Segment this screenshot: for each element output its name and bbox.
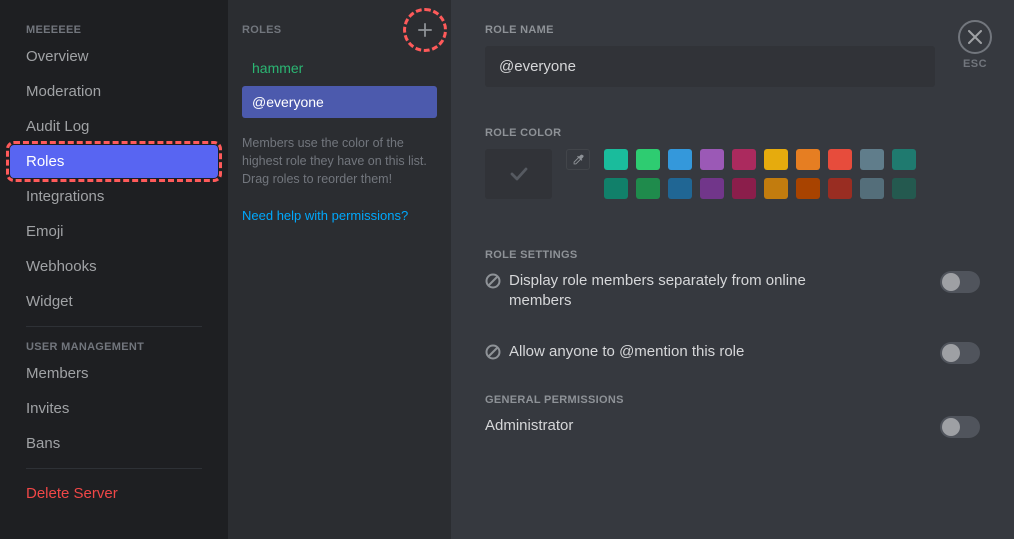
- custom-color-picker[interactable]: [566, 149, 590, 170]
- permissions-help-link[interactable]: Need help with permissions?: [242, 208, 437, 223]
- roles-header-label: ROLES: [242, 24, 281, 36]
- color-swatch[interactable]: [892, 178, 916, 199]
- color-swatch[interactable]: [700, 149, 724, 170]
- color-swatch[interactable]: [604, 178, 628, 199]
- nav-roles[interactable]: Roles: [10, 145, 218, 178]
- nav-delete-server[interactable]: Delete Server: [10, 477, 218, 510]
- restricted-icon: [485, 273, 501, 289]
- color-swatch[interactable]: [796, 178, 820, 199]
- nav-webhooks[interactable]: Webhooks: [10, 250, 218, 283]
- color-swatch[interactable]: [828, 178, 852, 199]
- role-name-input[interactable]: [485, 46, 935, 87]
- nav-members[interactable]: Members: [10, 357, 218, 390]
- toggle-administrator[interactable]: [940, 416, 980, 438]
- color-swatch[interactable]: [732, 178, 756, 199]
- user-management-header: USER MANAGEMENT: [10, 335, 218, 357]
- role-detail-panel: ESC ROLE NAME ROLE COLOR ROLE SETTINGS D…: [451, 0, 1014, 539]
- eyedropper-icon: [571, 153, 585, 167]
- color-swatch[interactable]: [604, 149, 628, 170]
- setting-label: Display role members separately from onl…: [509, 271, 865, 312]
- setting-display-separately: Display role members separately from onl…: [485, 271, 980, 312]
- color-swatch[interactable]: [796, 149, 820, 170]
- color-swatch[interactable]: [700, 178, 724, 199]
- check-icon: [509, 164, 529, 184]
- color-swatch[interactable]: [828, 149, 852, 170]
- nav-bans[interactable]: Bans: [10, 427, 218, 460]
- color-swatch[interactable]: [732, 149, 756, 170]
- color-swatch[interactable]: [764, 149, 788, 170]
- general-permissions-label: GENERAL PERMISSIONS: [485, 394, 980, 406]
- color-swatch[interactable]: [860, 149, 884, 170]
- server-name-header: MEEEEEE: [10, 18, 218, 40]
- restricted-icon: [485, 344, 501, 360]
- close-icon: [968, 30, 982, 44]
- toggle-display-separately[interactable]: [940, 271, 980, 293]
- setting-allow-mention: Allow anyone to @mention this role: [485, 342, 980, 364]
- esc-label: ESC: [958, 58, 992, 70]
- plus-icon: [418, 23, 432, 37]
- color-swatch[interactable]: [860, 178, 884, 199]
- color-swatch[interactable]: [764, 178, 788, 199]
- role-item-hammer[interactable]: hammer: [242, 52, 437, 84]
- color-swatch[interactable]: [636, 149, 660, 170]
- nav-overview[interactable]: Overview: [10, 40, 218, 73]
- toggle-allow-mention[interactable]: [940, 342, 980, 364]
- add-role-button[interactable]: [413, 18, 437, 42]
- default-color-swatch[interactable]: [485, 149, 552, 199]
- role-name-label: ROLE NAME: [485, 24, 980, 36]
- perm-label: Administrator: [485, 416, 573, 436]
- nav-integrations[interactable]: Integrations: [10, 180, 218, 213]
- color-swatch[interactable]: [892, 149, 916, 170]
- nav-divider: [26, 326, 202, 327]
- color-swatch[interactable]: [668, 178, 692, 199]
- nav-invites[interactable]: Invites: [10, 392, 218, 425]
- nav-widget[interactable]: Widget: [10, 285, 218, 318]
- color-swatch[interactable]: [636, 178, 660, 199]
- nav-divider: [26, 468, 202, 469]
- role-item-everyone[interactable]: @everyone: [242, 86, 437, 118]
- role-settings-label: ROLE SETTINGS: [485, 249, 980, 261]
- close-button[interactable]: ESC: [958, 20, 992, 70]
- roles-description: Members use the color of the highest rol…: [242, 134, 437, 188]
- perm-administrator: Administrator: [485, 416, 980, 438]
- nav-moderation[interactable]: Moderation: [10, 75, 218, 108]
- settings-sidebar: MEEEEEE Overview Moderation Audit Log Ro…: [0, 0, 228, 539]
- nav-emoji[interactable]: Emoji: [10, 215, 218, 248]
- role-color-label: ROLE COLOR: [485, 127, 980, 139]
- color-swatch[interactable]: [668, 149, 692, 170]
- setting-label: Allow anyone to @mention this role: [509, 342, 744, 362]
- roles-list-column: ROLES hammer @everyone Members use the c…: [228, 0, 451, 539]
- nav-audit-log[interactable]: Audit Log: [10, 110, 218, 143]
